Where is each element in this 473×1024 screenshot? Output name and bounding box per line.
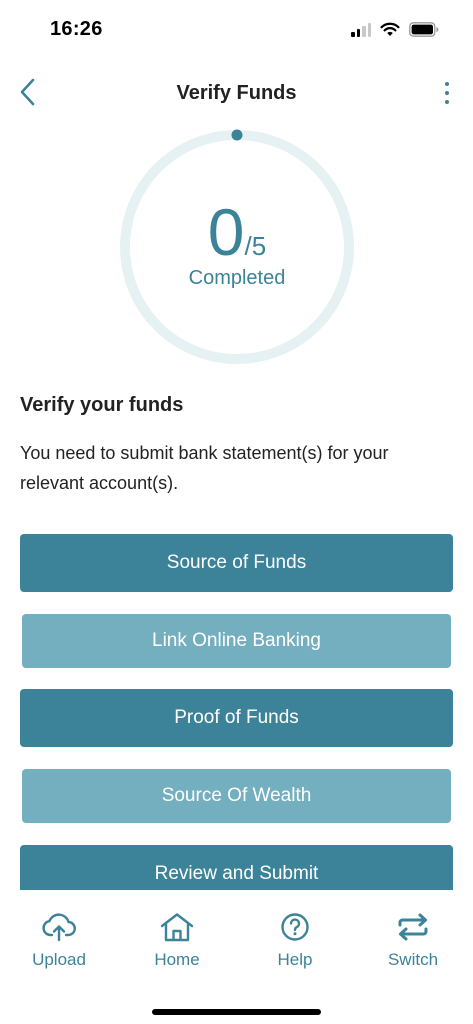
more-dot [445, 91, 449, 95]
tab-home[interactable]: Home [122, 912, 232, 970]
tab-switch-label: Switch [387, 950, 439, 969]
battery-icon [409, 22, 439, 37]
page-title: Verify Funds [176, 82, 297, 104]
cloud-upload-icon [42, 913, 76, 942]
link-online-banking-button[interactable]: Link Online Banking [22, 614, 451, 668]
progress-total: /5 [244, 230, 267, 261]
wifi-icon [380, 22, 400, 36]
status-icons [351, 22, 439, 37]
cellular-signal-icon [351, 22, 371, 37]
progress-text: 0 /5 Completed [118, 128, 356, 366]
tab-help-label: Help [277, 950, 313, 969]
section-description: You need to submit bank statement(s) for… [20, 443, 389, 493]
review-and-submit-label: Review and Submit [154, 863, 319, 884]
status-bar: 16:26 [0, 0, 473, 62]
progress-ring: 0 /5 Completed [118, 128, 356, 366]
tab-home-label: Home [154, 950, 200, 969]
more-dot [445, 82, 449, 86]
source-of-funds-label: Source of Funds [166, 552, 307, 573]
proof-of-funds-button[interactable]: Proof of Funds [20, 689, 453, 747]
nav-bar: Verify Funds [0, 66, 473, 122]
source-of-wealth-label: Source Of Wealth [161, 785, 312, 806]
switch-icon [398, 913, 428, 941]
tab-upload-label: Upload [32, 950, 86, 969]
tab-switch[interactable]: Switch [358, 912, 468, 970]
more-options-button[interactable] [437, 76, 457, 110]
progress-count: 0 /5 [208, 199, 266, 265]
progress-label: Completed [188, 266, 286, 289]
source-of-funds-button[interactable]: Source of Funds [20, 534, 453, 592]
section-heading: Verify your funds [20, 394, 184, 416]
home-icon [160, 913, 194, 942]
tab-bar: Upload Home Help Switch [0, 890, 473, 1024]
tab-help[interactable]: Help [240, 912, 350, 970]
status-time: 16:26 [50, 18, 103, 40]
tab-upload[interactable]: Upload [4, 912, 114, 970]
progress-completed-count: 0 [207, 194, 245, 269]
proof-of-funds-label: Proof of Funds [174, 707, 299, 728]
link-online-banking-label: Link Online Banking [152, 630, 321, 651]
help-icon [281, 913, 309, 941]
source-of-wealth-button[interactable]: Source Of Wealth [22, 769, 451, 823]
more-dot [445, 100, 449, 104]
screen: 16:26 Verify Funds 0 /5 Completed Verify… [0, 0, 473, 1024]
home-indicator[interactable] [152, 1009, 321, 1015]
